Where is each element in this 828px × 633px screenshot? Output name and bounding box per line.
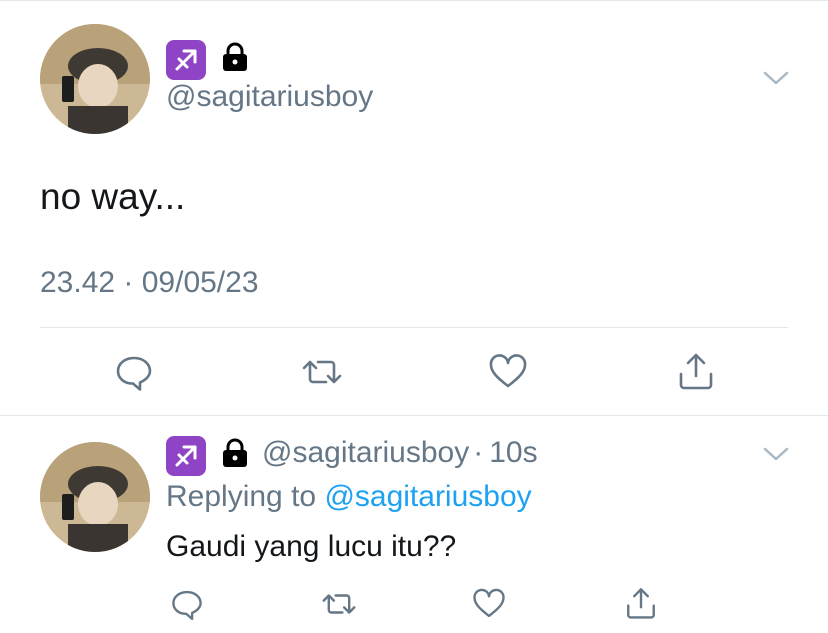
lock-icon: [220, 438, 250, 473]
reply-tweet-text: Gaudi yang lucu itu??: [166, 530, 457, 563]
reply-icon[interactable]: [114, 352, 154, 397]
separator-dot: ·: [473, 436, 484, 469]
retweet-icon[interactable]: [300, 352, 344, 397]
chevron-down-icon[interactable]: [762, 68, 790, 93]
chevron-down-icon[interactable]: [762, 444, 790, 469]
reply-time-ago[interactable]: 10s: [489, 436, 537, 469]
replying-to: Replying to @sagitariusboy: [166, 480, 532, 514]
like-icon[interactable]: [488, 352, 528, 397]
tweet-timestamp[interactable]: 23.42 · 09/05/23: [40, 266, 259, 300]
sagittarius-icon: [166, 40, 206, 80]
sagittarius-icon: [166, 436, 206, 476]
replying-handle-link[interactable]: @sagitariusboy: [324, 480, 531, 513]
reply-icon[interactable]: [170, 587, 204, 626]
retweet-icon[interactable]: [320, 587, 358, 626]
avatar[interactable]: [40, 24, 150, 134]
tweet-text: no way...: [40, 176, 186, 217]
reply-username-handle[interactable]: @sagitariusboy: [262, 436, 469, 469]
tweet-divider: [0, 415, 828, 416]
lock-icon: [220, 42, 250, 77]
reply-header: @sagitariusboy · 10s: [262, 436, 538, 470]
divider: [40, 327, 788, 328]
top-divider: [0, 0, 828, 1]
replying-prefix: Replying to: [166, 480, 317, 513]
avatar[interactable]: [40, 442, 150, 552]
username-handle[interactable]: @sagitariusboy: [166, 80, 373, 114]
like-icon[interactable]: [472, 587, 506, 626]
share-icon[interactable]: [624, 585, 658, 626]
share-icon[interactable]: [676, 350, 716, 397]
